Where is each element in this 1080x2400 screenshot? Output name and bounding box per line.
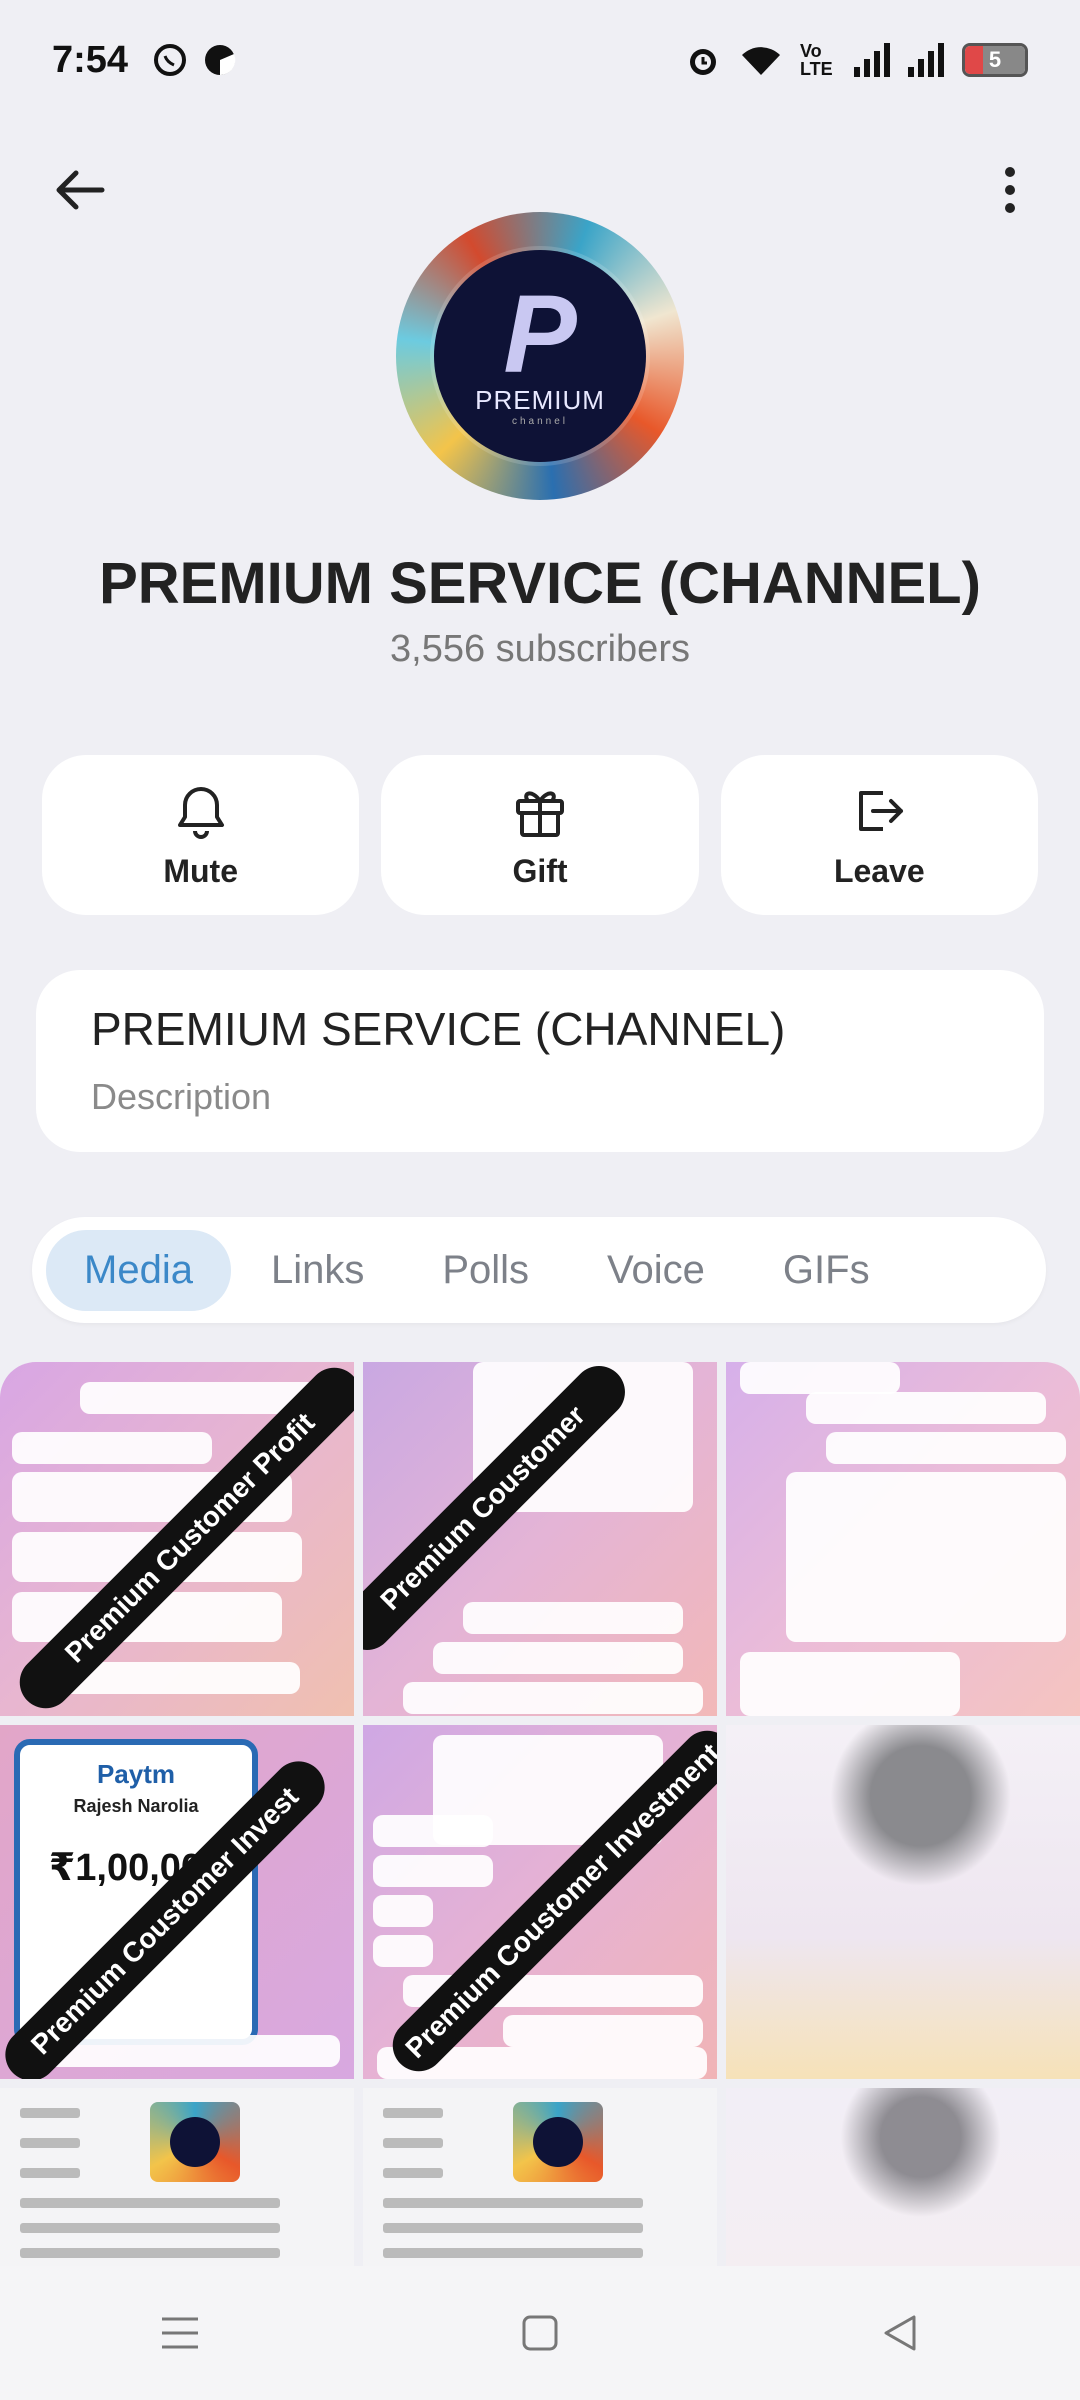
paytm-logo: Paytm bbox=[96, 1759, 176, 1789]
leave-icon bbox=[859, 790, 904, 831]
status-left-icons bbox=[152, 42, 238, 78]
info-title: PREMIUM SERVICE (CHANNEL) bbox=[91, 1003, 786, 1055]
menu-icon bbox=[162, 2317, 198, 2349]
leave-label: Leave bbox=[833, 852, 925, 889]
receipt-line bbox=[383, 2248, 643, 2258]
status-time: 7:54 bbox=[52, 38, 129, 81]
media-thumbnail-blurred[interactable] bbox=[726, 1725, 1080, 2079]
media-thumbnail[interactable] bbox=[726, 1362, 1080, 1716]
wifi-icon bbox=[742, 47, 780, 75]
media-tabs: Media Links Polls Voice GIFs bbox=[32, 1217, 1046, 1323]
receipt-line bbox=[383, 2168, 443, 2178]
premium-logo-thumbnail bbox=[150, 2102, 240, 2182]
chat-bubble bbox=[373, 1855, 493, 1887]
chat-bubble bbox=[373, 1895, 433, 1927]
receipt-line bbox=[20, 2198, 280, 2208]
tab-links[interactable]: Links bbox=[233, 1230, 402, 1311]
signal-icon-2 bbox=[908, 43, 944, 77]
paytm-name: Rajesh Narolia bbox=[73, 1796, 199, 1816]
channel-avatar[interactable]: P PREMIUM channel bbox=[396, 212, 684, 500]
media-thumbnail-blurred[interactable] bbox=[726, 2088, 1080, 2266]
chat-bubble bbox=[373, 1935, 433, 1967]
battery-level: 5 bbox=[988, 47, 1002, 72]
media-thumbnail[interactable]: Premium Coustomer bbox=[363, 1362, 717, 1716]
home-button[interactable] bbox=[500, 2293, 580, 2373]
receipt-line bbox=[20, 2168, 80, 2178]
media-thumbnail[interactable]: Premium Coustomer Investment bbox=[363, 1725, 717, 2079]
chrome-icon bbox=[205, 45, 236, 76]
receipt-line bbox=[383, 2223, 643, 2233]
status-bar: 7:54 Vo LTE 5 bbox=[0, 0, 1080, 120]
chat-bubble bbox=[503, 2015, 703, 2047]
chat-bubble bbox=[403, 1682, 703, 1714]
info-description-label: Description bbox=[91, 1076, 272, 1117]
receipt-line bbox=[20, 2108, 80, 2118]
receipt-line bbox=[383, 2198, 643, 2208]
battery-icon: 5 bbox=[962, 43, 1028, 77]
avatar-subtext: channel bbox=[511, 416, 569, 427]
media-thumbnail[interactable] bbox=[0, 2088, 354, 2266]
receipt-line bbox=[20, 2223, 280, 2233]
subscriber-count: 3,556 subscribers bbox=[390, 628, 690, 670]
tab-voice[interactable]: Voice bbox=[569, 1230, 743, 1311]
back-triangle-icon bbox=[884, 2315, 916, 2351]
recents-button[interactable] bbox=[140, 2293, 220, 2373]
arrow-left-icon bbox=[56, 170, 105, 210]
system-nav-bar bbox=[0, 2266, 1080, 2400]
alarm-icon bbox=[690, 49, 716, 75]
chat-bubble bbox=[373, 1815, 493, 1847]
chat-bubble bbox=[433, 1642, 683, 1674]
media-thumbnail[interactable]: Paytm Rajesh Narolia ₹1,00,000 Premium C… bbox=[0, 1725, 354, 2079]
media-grid: Premium Customer Profit Premium Coustome… bbox=[0, 1362, 1080, 2266]
gift-button[interactable]: Gift bbox=[381, 755, 699, 915]
chat-bubble bbox=[786, 1472, 1066, 1642]
status-right-icons: Vo LTE 5 bbox=[684, 41, 1028, 79]
channel-info-card[interactable]: PREMIUM SERVICE (CHANNEL) Description bbox=[36, 970, 1044, 1152]
leave-button[interactable]: Leave bbox=[720, 755, 1038, 915]
bell-icon bbox=[177, 786, 224, 839]
volte-label: Vo LTE bbox=[800, 41, 833, 79]
more-options-button[interactable] bbox=[980, 160, 1040, 220]
chat-bubble bbox=[463, 1602, 683, 1634]
channel-title: PREMIUM SERVICE (CHANNEL) bbox=[99, 551, 981, 616]
premium-logo-thumbnail bbox=[513, 2102, 603, 2182]
media-thumbnail[interactable]: Premium Customer Profit bbox=[0, 1362, 354, 1716]
home-square-icon bbox=[522, 2315, 558, 2351]
receipt-line bbox=[383, 2108, 443, 2118]
receipt-line bbox=[20, 2248, 280, 2258]
mute-button[interactable]: Mute bbox=[42, 755, 360, 915]
gift-label: Gift bbox=[512, 852, 568, 889]
chat-bubble bbox=[826, 1432, 1066, 1464]
system-back-button[interactable] bbox=[860, 2293, 940, 2373]
tab-polls[interactable]: Polls bbox=[404, 1230, 567, 1311]
chat-bubble bbox=[806, 1392, 1046, 1424]
receipt-line bbox=[20, 2138, 80, 2148]
chat-bubble bbox=[12, 1432, 212, 1464]
gift-icon bbox=[515, 791, 564, 837]
back-button[interactable] bbox=[50, 160, 120, 220]
avatar-logo-mark: P bbox=[503, 273, 577, 396]
chat-bubble bbox=[40, 2035, 340, 2067]
action-row: Mute Gift Leave bbox=[42, 755, 1038, 915]
whatsapp-icon bbox=[154, 44, 187, 76]
chat-bubble bbox=[740, 1652, 960, 1716]
tab-gifs[interactable]: GIFs bbox=[745, 1230, 908, 1311]
avatar-text: PREMIUM bbox=[475, 385, 605, 415]
more-dot bbox=[1005, 203, 1015, 213]
signal-icon bbox=[854, 43, 890, 77]
more-dot bbox=[1005, 185, 1015, 195]
more-vertical-icon bbox=[1005, 167, 1015, 177]
receipt-line bbox=[383, 2138, 443, 2148]
chat-bubble bbox=[740, 1362, 900, 1394]
mute-label: Mute bbox=[163, 852, 238, 889]
media-thumbnail[interactable] bbox=[363, 2088, 717, 2266]
avatar-logo: P PREMIUM channel bbox=[434, 250, 646, 462]
tab-media[interactable]: Media bbox=[46, 1229, 231, 1311]
